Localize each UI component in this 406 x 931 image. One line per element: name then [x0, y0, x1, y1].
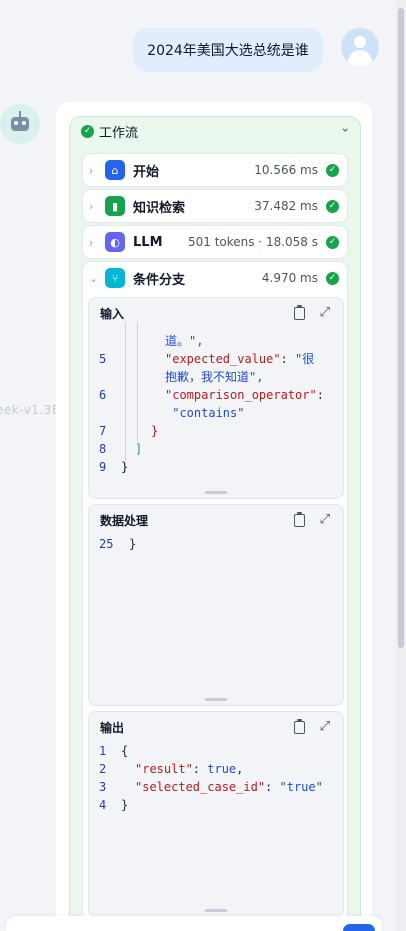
code-token: 道。", — [165, 334, 204, 348]
line-number: 3 — [99, 780, 107, 794]
node-label: 开始 — [133, 164, 160, 180]
data-processing-panel: 数据处理 ⤢ 25} — [88, 504, 344, 706]
code-token: ] — [135, 442, 143, 456]
node-duration: 4.970 ms — [261, 271, 318, 285]
resize-handle[interactable] — [205, 698, 227, 701]
input-panel: 输入 ⤢ 道。", 5 "expected_value": "很抱歉，我不知道", 6… — [88, 297, 344, 499]
line-number: 8 — [99, 442, 107, 456]
line-number: 7 — [99, 424, 107, 438]
chevron-right-icon[interactable]: › — [89, 236, 103, 249]
code-line: 5 "expected_value": "很 — [89, 350, 339, 368]
code-line: 道。", — [89, 332, 339, 350]
node-duration: 37.482 ms — [254, 199, 318, 213]
background-model-text: eek-v1.3B — [0, 403, 61, 417]
resize-handle[interactable] — [205, 491, 227, 494]
code-line: 4} — [89, 796, 339, 814]
chevron-right-icon[interactable]: › — [89, 164, 103, 177]
workflow-node[interactable]: › ▮ 知识检索 37.482 ms ✓ — [82, 189, 348, 223]
code-token: : — [316, 388, 324, 402]
chevron-down-icon[interactable]: ⌄ — [89, 272, 103, 285]
code-token: : — [280, 352, 296, 366]
code-token: } — [129, 537, 137, 551]
scrollbar-thumb[interactable] — [398, 8, 404, 648]
line-number: 9 — [99, 460, 107, 474]
check-circle-icon: ✓ — [326, 199, 339, 213]
node-duration: 501 tokens · 18.058 s — [187, 235, 318, 249]
line-number: 1 — [99, 744, 107, 758]
home-icon: ⌂ — [105, 160, 125, 180]
code-line: 2 "result": true, — [89, 760, 339, 778]
book-icon: ▮ — [105, 196, 125, 216]
output-panel-title: 输出 — [100, 720, 125, 735]
expand-icon[interactable]: ⤢ — [320, 305, 330, 320]
code-line: 9} — [89, 458, 339, 476]
check-circle-icon: ✓ — [326, 163, 339, 177]
code-line: 6 "comparison_operator": — [89, 386, 339, 404]
code-line: 8] — [89, 440, 339, 458]
workflow-node[interactable]: ⌄ ⑂ 条件分支 4.970 ms ✓ — [82, 261, 348, 294]
code-token: "contains" — [165, 406, 245, 420]
workflow-header[interactable]: ✓ 工作流 › — [70, 117, 360, 145]
copy-icon[interactable] — [294, 719, 305, 734]
code-line: 抱歉，我不知道", — [89, 368, 339, 386]
code-token: } — [121, 460, 129, 474]
workflow-title: 工作流 — [99, 125, 139, 141]
send-button[interactable] — [343, 924, 375, 931]
line-number: 4 — [99, 798, 107, 812]
code-token: true — [207, 762, 237, 776]
code-token: "result" — [135, 762, 193, 776]
code-token: "很 — [295, 352, 315, 366]
code-line: 25} — [89, 535, 339, 553]
line-number: 6 — [99, 388, 107, 402]
chat-page: eek-v1.3B 2024年美国大选总统是谁 ✓ 工作流 › › ⌂ 开始 10.5… — [0, 0, 406, 931]
user-message-bubble: 2024年美国大选总统是谁 — [133, 28, 323, 72]
code-token: "comparison_operator" — [165, 388, 317, 402]
code-line: 3 "selected_case_id": "true" — [89, 778, 339, 796]
check-circle-icon: ✓ — [326, 235, 339, 249]
line-number: 2 — [99, 762, 107, 776]
node-label: LLM — [133, 234, 163, 250]
code-token: } — [121, 798, 129, 812]
llm-icon: ◐ — [105, 232, 125, 252]
code-token: "selected_case_id" — [135, 780, 266, 794]
code-token: : — [192, 762, 208, 776]
copy-icon[interactable] — [294, 512, 305, 527]
check-circle-icon: ✓ — [326, 271, 339, 285]
code-token: { — [121, 744, 129, 758]
data-processing-panel-title: 数据处理 — [100, 513, 149, 528]
node-duration: 10.566 ms — [254, 163, 318, 177]
scrollbar[interactable] — [396, 0, 406, 931]
code-line: 1{ — [89, 742, 339, 760]
message-input-bar[interactable] — [6, 916, 382, 931]
line-number: 25 — [99, 537, 114, 551]
code-token: } — [151, 424, 159, 438]
workflow-node[interactable]: › ◐ LLM 501 tokens · 18.058 s ✓ — [82, 225, 348, 259]
bot-avatar-icon — [0, 104, 40, 144]
branch-node-details: 输入 ⤢ 道。", 5 "expected_value": "很抱歉，我不知道", 6… — [82, 261, 348, 931]
code-token: "expected_value" — [165, 352, 281, 366]
chevron-down-icon[interactable]: › — [339, 128, 353, 133]
copy-icon[interactable] — [294, 305, 305, 320]
workflow-panel: ✓ 工作流 › › ⌂ 开始 10.566 ms ✓ › ▮ 知识检索 37.482 ms ✓ › ◐… — [69, 116, 361, 931]
user-message-text: 2024年美国大选总统是谁 — [147, 43, 309, 59]
input-panel-title: 输入 — [100, 306, 125, 321]
code-line: 7} — [89, 422, 339, 440]
expand-icon[interactable]: ⤢ — [320, 719, 330, 734]
code-token: 抱歉，我不知道", — [165, 370, 264, 384]
branch-icon: ⑂ — [105, 268, 125, 288]
code-line: "contains" — [89, 404, 339, 422]
code-token: "true" — [279, 780, 323, 794]
resize-handle[interactable] — [205, 909, 227, 912]
code-token: , — [236, 762, 244, 776]
output-panel: 输出 ⤢ 1{2 "result": true, 3 "selected_case_i… — [88, 711, 344, 917]
workflow-node[interactable]: › ⌂ 开始 10.566 ms ✓ — [82, 153, 348, 187]
code-token: : — [265, 780, 280, 794]
check-circle-icon: ✓ — [81, 124, 94, 138]
node-label: 知识检索 — [133, 200, 186, 216]
line-number: 5 — [99, 352, 107, 366]
chevron-right-icon[interactable]: › — [89, 200, 103, 213]
user-avatar-icon — [341, 28, 379, 66]
expand-icon[interactable]: ⤢ — [320, 512, 330, 527]
node-label: 条件分支 — [133, 272, 186, 288]
